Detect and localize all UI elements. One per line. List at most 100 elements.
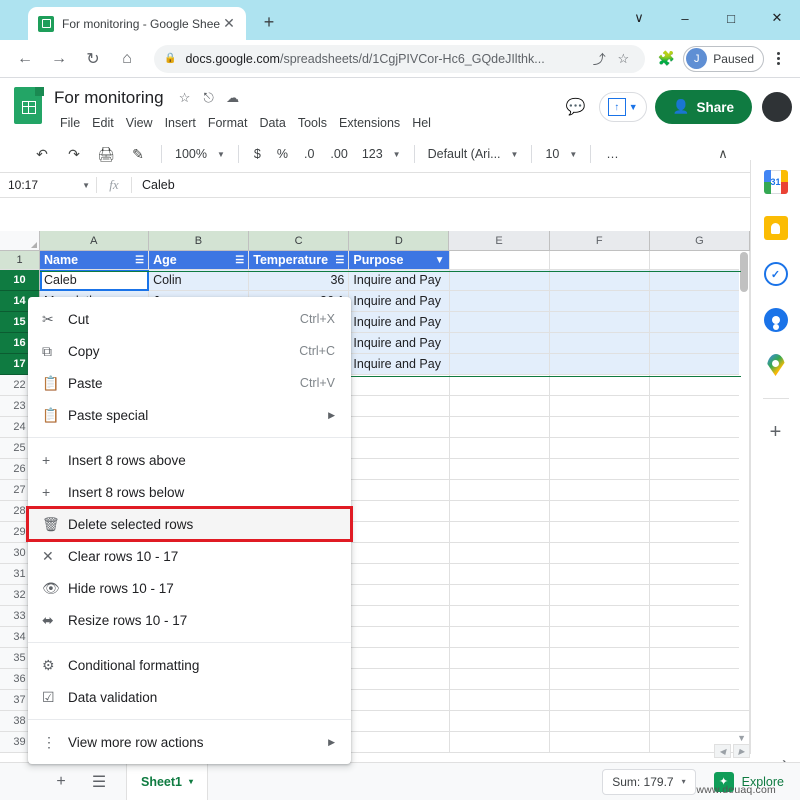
context-menu-item-paste-special[interactable]: 📋 Paste special ▶: [28, 399, 351, 431]
cell-E24[interactable]: [449, 417, 550, 438]
formula-input[interactable]: Caleb: [132, 178, 175, 192]
cell-F26[interactable]: [549, 459, 650, 480]
address-bar[interactable]: 🔒 docs.google.com/spreadsheets/d/1CgjPIV…: [154, 44, 646, 73]
redo-icon[interactable]: ↷: [61, 141, 87, 167]
maps-icon[interactable]: [766, 354, 785, 376]
all-sheets-button[interactable]: ☰: [84, 767, 114, 797]
tasks-icon[interactable]: ✓: [763, 262, 788, 286]
cell-e16[interactable]: [449, 333, 550, 354]
sheet-tab-sheet1[interactable]: Sheet1 ▾: [126, 762, 209, 800]
menu-help[interactable]: Hel: [406, 114, 437, 132]
column-header-d[interactable]: D: [349, 231, 450, 251]
cell-D33[interactable]: [349, 606, 450, 627]
cell-e14[interactable]: [449, 291, 550, 312]
currency-format-button[interactable]: $: [246, 147, 269, 161]
cell-D31[interactable]: [349, 564, 450, 585]
cell-D38[interactable]: [349, 711, 450, 732]
cell-D24[interactable]: [349, 417, 450, 438]
cell-c1[interactable]: Temperature ☰: [249, 251, 350, 270]
decrease-decimal-button[interactable]: .0: [296, 147, 322, 161]
name-box[interactable]: 10:17 ▼: [0, 173, 96, 197]
cell-f10[interactable]: [549, 270, 650, 291]
cell-f1[interactable]: [549, 251, 650, 270]
menu-insert[interactable]: Insert: [159, 114, 202, 132]
column-header-f[interactable]: F: [549, 231, 650, 251]
zoom-selector[interactable]: 100% ▼: [169, 141, 231, 167]
cell-E27[interactable]: [449, 480, 550, 501]
filter-icon[interactable]: ☰: [335, 255, 344, 266]
cell-G35[interactable]: [649, 648, 750, 669]
cell-G29[interactable]: [649, 522, 750, 543]
chevron-down-icon[interactable]: ▾: [682, 777, 686, 786]
cell-e17[interactable]: [449, 354, 550, 375]
filter-active-icon[interactable]: ▼: [435, 255, 445, 266]
chevron-down-icon[interactable]: ∨: [616, 1, 662, 35]
cell-G33[interactable]: [649, 606, 750, 627]
cell-D22[interactable]: [349, 375, 450, 396]
scroll-right-icon[interactable]: ▶: [733, 744, 750, 758]
cell-f15[interactable]: [549, 312, 650, 333]
browser-menu-icon[interactable]: [766, 47, 790, 71]
menu-extensions[interactable]: Extensions: [333, 114, 406, 132]
sum-chip[interactable]: Sum: 179.7 ▾: [602, 768, 696, 795]
cell-b10[interactable]: Colin: [149, 270, 250, 291]
column-header-a[interactable]: A: [39, 231, 149, 251]
cell-g1[interactable]: [649, 251, 750, 270]
calendar-icon[interactable]: 31: [763, 170, 788, 194]
maximize-icon[interactable]: □: [708, 1, 754, 35]
scroll-down-icon[interactable]: ▼: [737, 733, 746, 743]
cell-f14[interactable]: [549, 291, 650, 312]
paint-format-icon[interactable]: ✎: [125, 141, 151, 167]
more-toolbar-button[interactable]: …: [598, 147, 627, 161]
scrollbar-thumb[interactable]: [740, 252, 748, 292]
cell-d1[interactable]: Purpose ▼: [349, 251, 450, 270]
cell-E30[interactable]: [449, 543, 550, 564]
forward-icon[interactable]: →: [44, 44, 74, 74]
cell-F28[interactable]: [549, 501, 650, 522]
column-header-e[interactable]: E: [449, 231, 550, 251]
cell-d16[interactable]: Inquire and Pay: [349, 333, 450, 354]
row-header-1[interactable]: 1: [0, 251, 40, 270]
cell-a1[interactable]: Name ☰: [40, 251, 150, 270]
cell-D37[interactable]: [349, 690, 450, 711]
cell-D29[interactable]: [349, 522, 450, 543]
context-menu-item-paste[interactable]: 📋 Paste Ctrl+V: [28, 367, 351, 399]
context-menu-item-data-validation[interactable]: ☑ Data validation: [28, 681, 351, 713]
move-to-folder-icon[interactable]: ⎋: [198, 87, 220, 109]
cell-E25[interactable]: [449, 438, 550, 459]
cell-F32[interactable]: [549, 585, 650, 606]
present-button[interactable]: ↑ ▼: [598, 92, 647, 122]
extensions-icon[interactable]: 🧩: [653, 46, 679, 72]
cell-E34[interactable]: [449, 627, 550, 648]
cell-G32[interactable]: [649, 585, 750, 606]
cell-D32[interactable]: [349, 585, 450, 606]
increase-decimal-button[interactable]: .00: [322, 147, 355, 161]
cell-g14[interactable]: [649, 291, 750, 312]
cell-E39[interactable]: [449, 732, 550, 753]
context-menu-item-copy[interactable]: ⧉ Copy Ctrl+C: [28, 335, 351, 367]
cell-F38[interactable]: [549, 711, 650, 732]
cell-D34[interactable]: [349, 627, 450, 648]
new-tab-button[interactable]: +: [258, 11, 280, 33]
cell-E37[interactable]: [449, 690, 550, 711]
cell-E36[interactable]: [449, 669, 550, 690]
menu-edit[interactable]: Edit: [86, 114, 120, 132]
font-selector[interactable]: Default (Ari... ▼: [422, 141, 525, 167]
cell-E23[interactable]: [449, 396, 550, 417]
cell-G27[interactable]: [649, 480, 750, 501]
add-sheet-button[interactable]: +: [46, 767, 76, 797]
cell-F24[interactable]: [549, 417, 650, 438]
cell-G36[interactable]: [649, 669, 750, 690]
cell-F27[interactable]: [549, 480, 650, 501]
chevron-down-icon[interactable]: ▾: [189, 777, 193, 786]
cell-E35[interactable]: [449, 648, 550, 669]
cell-E29[interactable]: [449, 522, 550, 543]
context-menu-item-cut[interactable]: ✂ Cut Ctrl+X: [28, 303, 351, 335]
column-header-c[interactable]: C: [249, 231, 350, 251]
cell-E33[interactable]: [449, 606, 550, 627]
cell-F39[interactable]: [549, 732, 650, 753]
comment-icon[interactable]: 💬: [561, 92, 591, 122]
select-all-corner[interactable]: [0, 231, 40, 251]
print-icon[interactable]: 🖨: [93, 141, 119, 167]
cell-E26[interactable]: [449, 459, 550, 480]
